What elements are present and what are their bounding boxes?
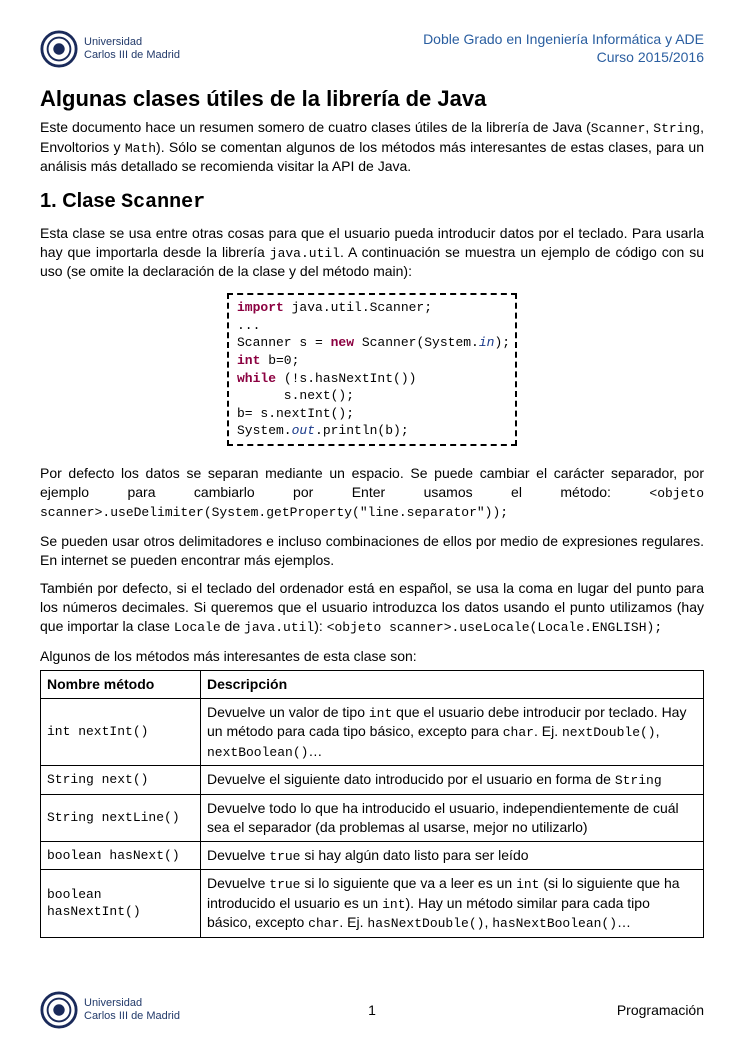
table-intro: Algunos de los métodos más interesantes …	[40, 647, 704, 666]
table-row: boolean hasNextInt() Devuelve true si lo…	[41, 870, 704, 938]
methods-table: Nombre método Descripción int nextInt() …	[40, 670, 704, 938]
section-1-p3: Se pueden usar otros delimitadores e inc…	[40, 532, 704, 570]
intro-paragraph: Este documento hace un resumen somero de…	[40, 118, 704, 176]
degree-name: Doble Grado en Ingeniería Informática y …	[423, 31, 704, 47]
section-1-p2: Por defecto los datos se separan mediant…	[40, 464, 704, 522]
table-row: int nextInt() Devuelve un valor de tipo …	[41, 698, 704, 766]
section-1-heading: 1. Clase Scanner	[40, 190, 704, 214]
page-footer: Universidad Carlos III de Madrid 1 Progr…	[40, 991, 704, 1029]
code-example: import java.util.Scanner; ... Scanner s …	[227, 293, 517, 445]
footer-university-name: Universidad Carlos III de Madrid	[84, 997, 180, 1023]
col-method-name: Nombre método	[41, 670, 201, 698]
table-row: String next() Devuelve el siguiente dato…	[41, 766, 704, 795]
section-1-p4: También por defecto, si el teclado del o…	[40, 579, 704, 636]
academic-year: Curso 2015/2016	[597, 49, 704, 65]
university-name: Universidad Carlos III de Madrid	[84, 36, 180, 62]
university-logo-icon	[40, 991, 78, 1029]
table-header-row: Nombre método Descripción	[41, 670, 704, 698]
course-info: Doble Grado en Ingeniería Informática y …	[423, 30, 704, 66]
page-header: Universidad Carlos III de Madrid Doble G…	[40, 30, 704, 68]
university-logo-icon	[40, 30, 78, 68]
table-row: boolean hasNext() Devuelve true si hay a…	[41, 841, 704, 870]
col-description: Descripción	[201, 670, 704, 698]
section-1-p1: Esta clase se usa entre otras cosas para…	[40, 224, 704, 281]
uni-line2: Carlos III de Madrid	[84, 49, 180, 61]
footer-subject: Programación	[617, 1002, 704, 1018]
page-number: 1	[368, 1002, 376, 1018]
table-row: String nextLine() Devuelve todo lo que h…	[41, 794, 704, 841]
uni-line1: Universidad	[84, 36, 142, 48]
university-logo-block: Universidad Carlos III de Madrid	[40, 30, 180, 68]
footer-logo-block: Universidad Carlos III de Madrid	[40, 991, 180, 1029]
page-title: Algunas clases útiles de la librería de …	[40, 86, 704, 112]
